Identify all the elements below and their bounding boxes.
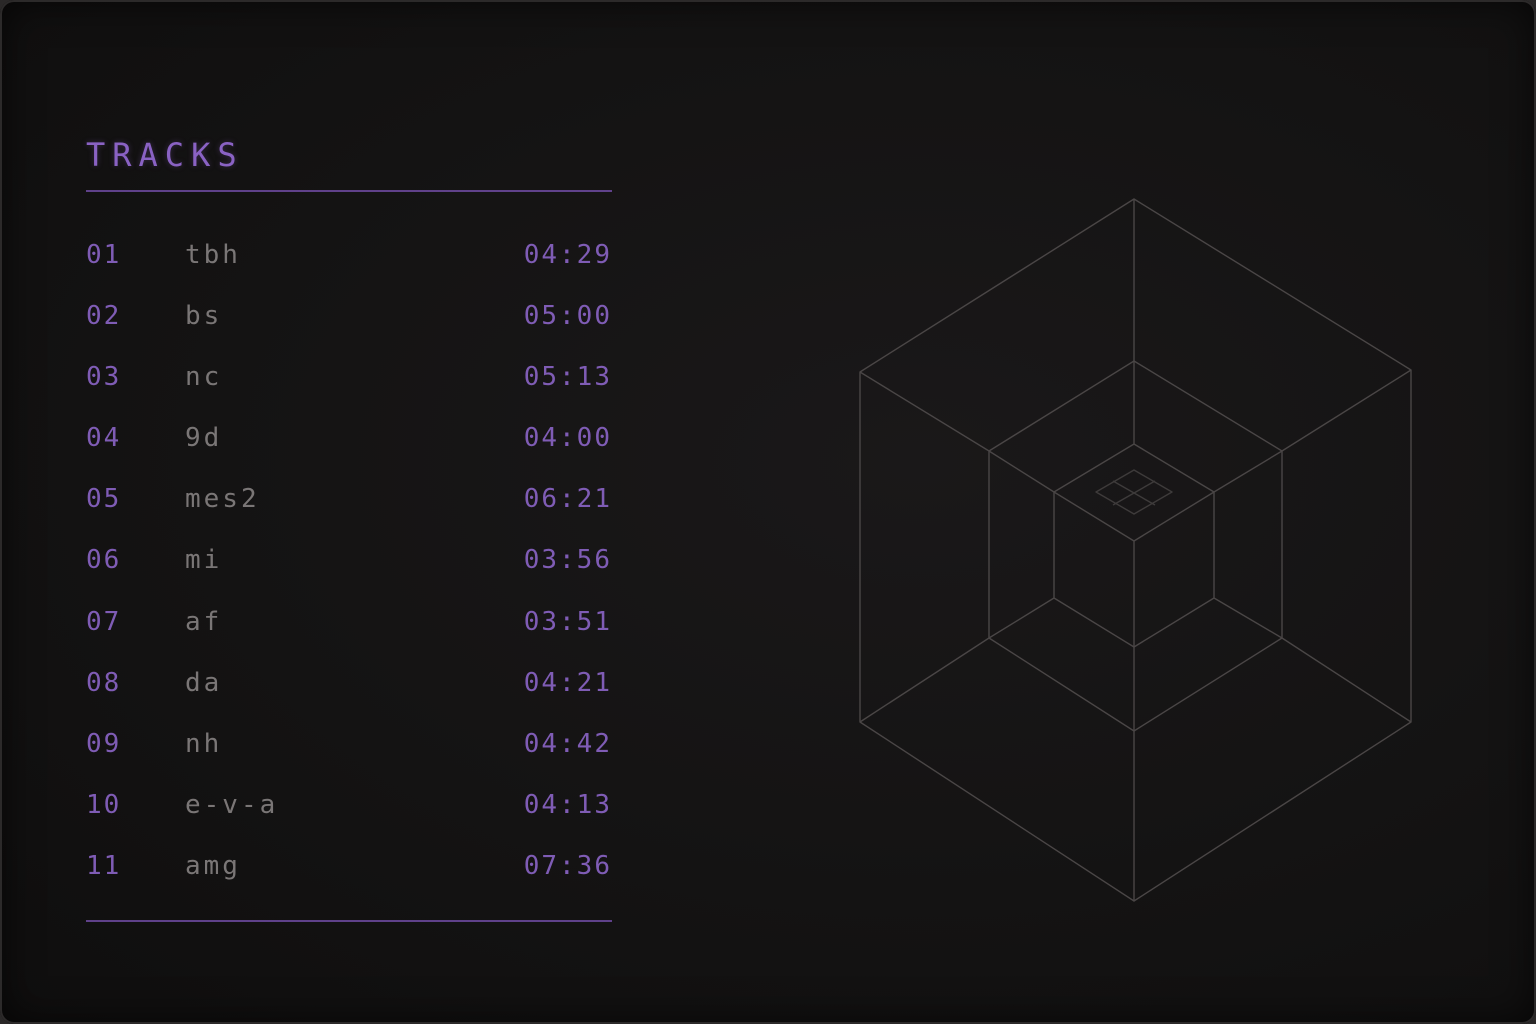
middle-edge-bottom-left <box>988 597 1055 639</box>
innermost-diamond <box>1095 469 1173 515</box>
outer-edge-right <box>1281 369 1412 452</box>
outer-edge-bottom-right <box>1281 637 1412 723</box>
middle-edge-right <box>1213 450 1283 493</box>
outer-edge-bottom-left <box>859 637 990 723</box>
middle-cube-outline <box>988 360 1283 732</box>
middle-edge-bottom-right <box>1213 597 1283 639</box>
middle-edge-left <box>988 450 1055 493</box>
nested-isometric-cube-icon <box>859 198 1412 902</box>
outer-cube-outline <box>859 198 1412 902</box>
tracklist-card: TRACKS 01 tbh 04:29 02 bs 05:00 03 nc 05… <box>0 0 1536 1024</box>
outer-edge-left <box>859 371 990 452</box>
